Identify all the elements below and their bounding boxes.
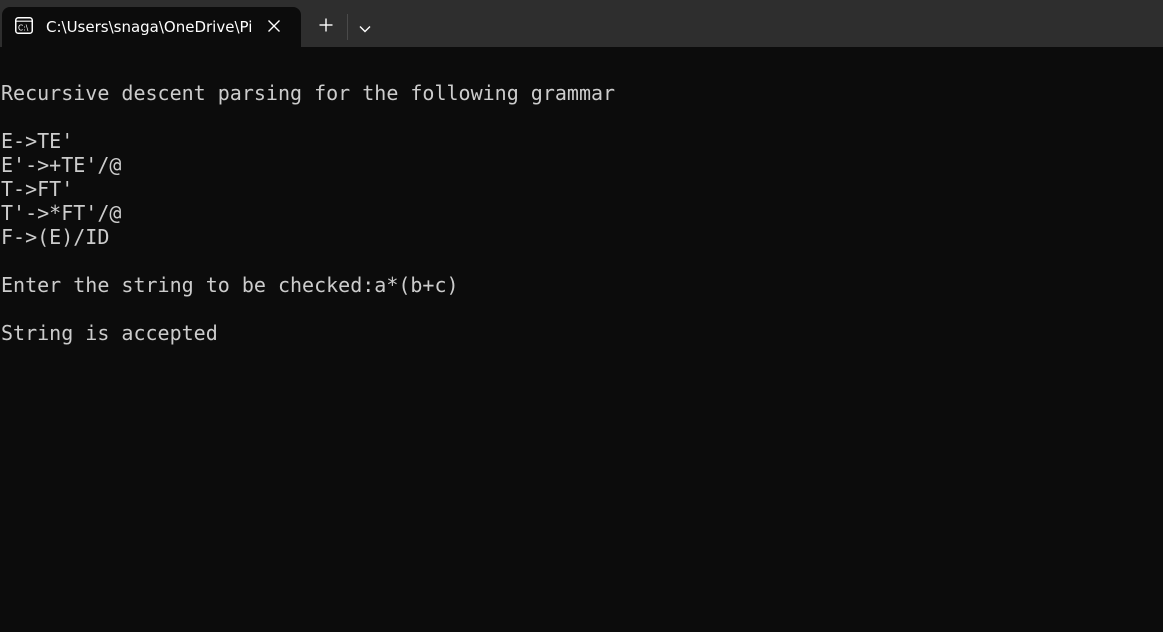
heading-line: Recursive descent parsing for the follow… [1,81,616,105]
close-icon[interactable] [266,18,282,34]
terminal-output[interactable]: Recursive descent parsing for the follow… [0,47,1163,632]
tab-title: C:\Users\snaga\OneDrive\Pictures [46,18,253,36]
result-line: String is accepted [1,321,218,345]
tab-divider [347,14,348,40]
terminal-tab[interactable]: C:\ C:\Users\snaga\OneDrive\Pictures [2,7,301,47]
tab-bar: C:\ C:\Users\snaga\OneDrive\Pictures [0,0,1163,47]
grammar-rule: F->(E)/ID [1,225,110,249]
chevron-down-icon[interactable] [358,21,372,33]
grammar-rule: E->TE' [1,129,74,153]
terminal-icon: C:\ [15,17,33,34]
terminal-window: C:\ C:\Users\snaga\OneDrive\Pictures [0,0,1163,632]
grammar-rule: E'->+TE'/@ [1,153,122,177]
svg-text:C:\: C:\ [18,23,29,32]
grammar-rule: T'->*FT'/@ [1,201,122,225]
plus-icon[interactable] [318,17,334,33]
grammar-rule: T->FT' [1,177,74,201]
input-prompt-line: Enter the string to be checked:a*(b+c) [1,273,459,297]
